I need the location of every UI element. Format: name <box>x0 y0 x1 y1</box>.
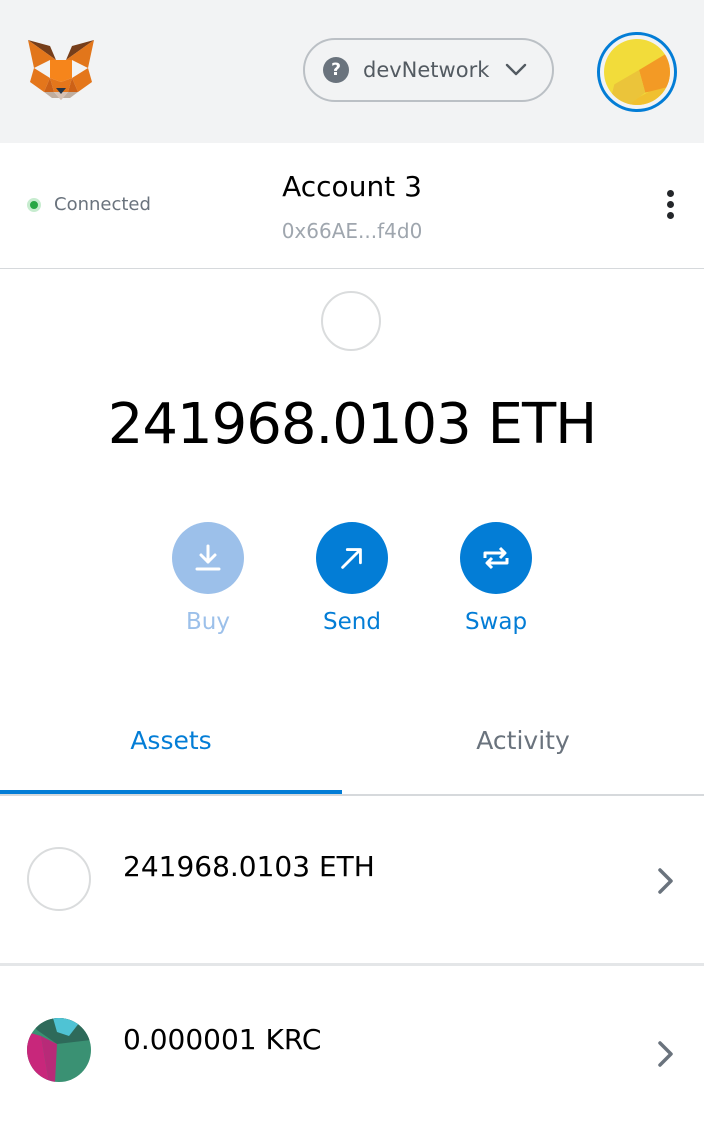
app-header: ? devNetwork <box>0 0 704 143</box>
kebab-menu-icon[interactable] <box>660 190 680 226</box>
arrow-up-right-icon <box>316 522 388 594</box>
swap-label: Swap <box>464 609 528 635</box>
krc-token-identicon <box>27 1018 91 1082</box>
account-identicon[interactable] <box>597 32 677 112</box>
asset-list-item[interactable]: 0.000001 KRC <box>0 967 704 1135</box>
buy-label: Buy <box>186 609 230 635</box>
account-name[interactable]: Account 3 <box>0 170 704 203</box>
buy-button[interactable]: Buy <box>158 522 258 635</box>
swap-button[interactable]: Swap <box>446 522 546 635</box>
asset-amount: 241968.0103 ETH <box>123 850 375 883</box>
swap-arrows-icon <box>460 522 532 594</box>
home-tabs: Assets Activity <box>0 700 704 796</box>
asset-list-item[interactable]: 241968.0103 ETH <box>0 796 704 966</box>
send-label: Send <box>323 609 381 635</box>
tab-assets[interactable]: Assets <box>0 700 342 794</box>
account-address[interactable]: 0x66AE...f4d0 <box>0 219 704 243</box>
question-mark-icon: ? <box>323 57 349 83</box>
tab-activity[interactable]: Activity <box>342 700 704 794</box>
chevron-down-icon <box>506 63 527 76</box>
wallet-app: ? devNetwork Connected Account 3 0x66AE.… <box>0 0 704 1135</box>
metamask-fox-icon[interactable] <box>26 38 96 102</box>
download-icon <box>172 522 244 594</box>
send-button[interactable]: Send <box>302 522 402 635</box>
network-selector[interactable]: ? devNetwork <box>303 38 554 102</box>
balance-amount: 241968.0103 ETH <box>107 392 598 457</box>
asset-amount: 0.000001 KRC <box>123 1023 322 1056</box>
eth-asset-icon <box>27 847 91 911</box>
chevron-right-icon <box>658 1041 673 1067</box>
chevron-right-icon <box>658 868 673 894</box>
eth-token-icon <box>321 291 381 351</box>
network-name: devNetwork <box>363 58 490 82</box>
